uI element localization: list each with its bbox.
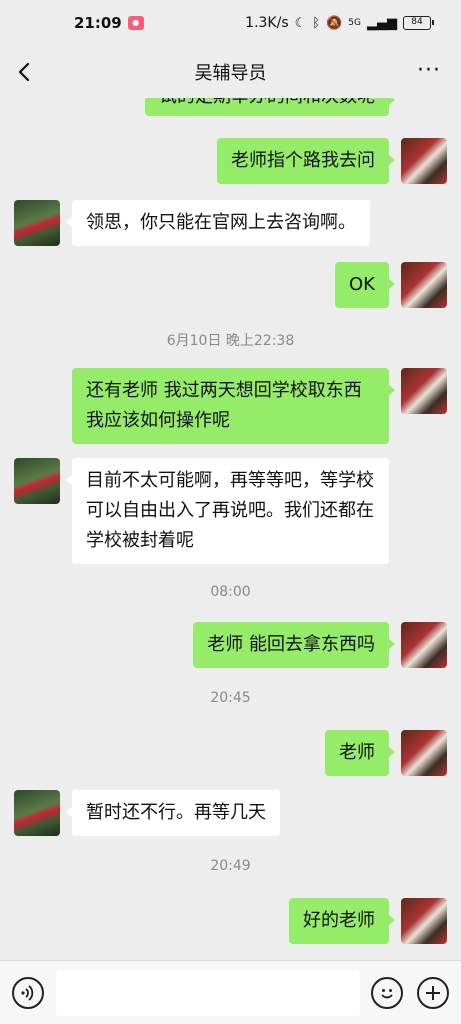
message-bubble[interactable]: 老师 bbox=[325, 730, 395, 776]
status-bar: 21:09 ● 1.3K/s ☾ ᛒ 🔕 5G ▂▄▆ 84 bbox=[0, 0, 461, 46]
message-row: 领思，你只能在官网上去咨询啊。 bbox=[14, 200, 370, 246]
message-bubble[interactable]: 老师 能回去拿东西吗 bbox=[193, 622, 395, 668]
message-bubble[interactable]: 老师指个路我去问 bbox=[217, 138, 395, 184]
timestamp: 08:00 bbox=[210, 584, 251, 600]
message-row: 老师指个路我去问 bbox=[217, 138, 447, 184]
message-row: 目前不太可能啊，再等等吧，等学校可以自由出入了再说吧。我们还都在学校被封着呢 bbox=[14, 458, 389, 564]
message-input[interactable] bbox=[56, 970, 360, 1016]
contact-avatar[interactable] bbox=[14, 200, 60, 246]
signal-icon: ▂▄▆ bbox=[367, 15, 397, 31]
contact-avatar[interactable] bbox=[14, 790, 60, 836]
message-row: 老师 bbox=[325, 730, 447, 776]
message-row: 老师 能回去拿东西吗 bbox=[193, 622, 447, 668]
plus-icon bbox=[426, 986, 440, 1000]
timestamp: 20:45 bbox=[210, 690, 251, 706]
network-speed: 1.3K/s bbox=[245, 15, 289, 31]
status-icons: 1.3K/s ☾ ᛒ 🔕 5G ▂▄▆ 84 bbox=[245, 15, 434, 31]
voice-icon bbox=[21, 985, 34, 1001]
chat-area[interactable]: 试的定期举办的间和次数呢 老师指个路我去问 领思，你只能在官网上去咨询啊。 OK… bbox=[0, 98, 461, 960]
chevron-left-icon bbox=[18, 62, 30, 82]
message-bubble[interactable]: 领思，你只能在官网上去咨询啊。 bbox=[66, 200, 370, 246]
timestamp: 20:49 bbox=[210, 858, 251, 874]
voice-input-button[interactable] bbox=[12, 977, 44, 1009]
message-row: 还有老师 我过两天想回学校取东西我应该如何操作呢 bbox=[72, 368, 447, 444]
message-bubble[interactable]: OK bbox=[335, 262, 395, 308]
back-button[interactable] bbox=[12, 56, 40, 88]
bluetooth-icon: ᛒ bbox=[312, 15, 321, 31]
my-avatar[interactable] bbox=[401, 730, 447, 776]
app-notification-icon: ● bbox=[127, 16, 144, 30]
emoji-button[interactable] bbox=[371, 977, 403, 1009]
my-avatar[interactable] bbox=[401, 622, 447, 668]
chat-header: 吴辅导员 ··· bbox=[0, 46, 461, 98]
more-functions-button[interactable] bbox=[417, 977, 449, 1009]
moon-icon: ☾ bbox=[294, 15, 307, 31]
contact-avatar[interactable] bbox=[14, 458, 60, 504]
message-row: 试的定期举办的间和次数呢 bbox=[145, 98, 395, 116]
message-row: 好的老师 bbox=[289, 898, 447, 944]
more-options-button[interactable]: ··· bbox=[417, 58, 441, 83]
timestamp: 6月10日 晚上22:38 bbox=[166, 333, 295, 349]
my-avatar[interactable] bbox=[401, 138, 447, 184]
message-bubble[interactable]: 试的定期举办的间和次数呢 bbox=[145, 98, 395, 116]
my-avatar[interactable] bbox=[401, 368, 447, 414]
message-bubble[interactable]: 目前不太可能啊，再等等吧，等学校可以自由出入了再说吧。我们还都在学校被封着呢 bbox=[66, 458, 389, 564]
chat-title: 吴辅导员 bbox=[194, 63, 267, 84]
message-bubble[interactable]: 好的老师 bbox=[289, 898, 395, 944]
status-time: 21:09 bbox=[74, 14, 122, 32]
message-bubble[interactable]: 暂时还不行。再等几天 bbox=[66, 790, 280, 836]
mute-bell-icon: 🔕 bbox=[326, 15, 343, 31]
input-bar bbox=[0, 960, 461, 1024]
my-avatar[interactable] bbox=[401, 898, 447, 944]
message-row: OK bbox=[335, 262, 447, 308]
my-avatar[interactable] bbox=[401, 262, 447, 308]
battery-icon: 84 bbox=[403, 16, 434, 30]
message-row: 暂时还不行。再等几天 bbox=[14, 790, 280, 836]
smile-icon bbox=[381, 989, 393, 999]
network-type: 5G bbox=[348, 18, 361, 28]
message-bubble[interactable]: 还有老师 我过两天想回学校取东西我应该如何操作呢 bbox=[72, 368, 395, 444]
